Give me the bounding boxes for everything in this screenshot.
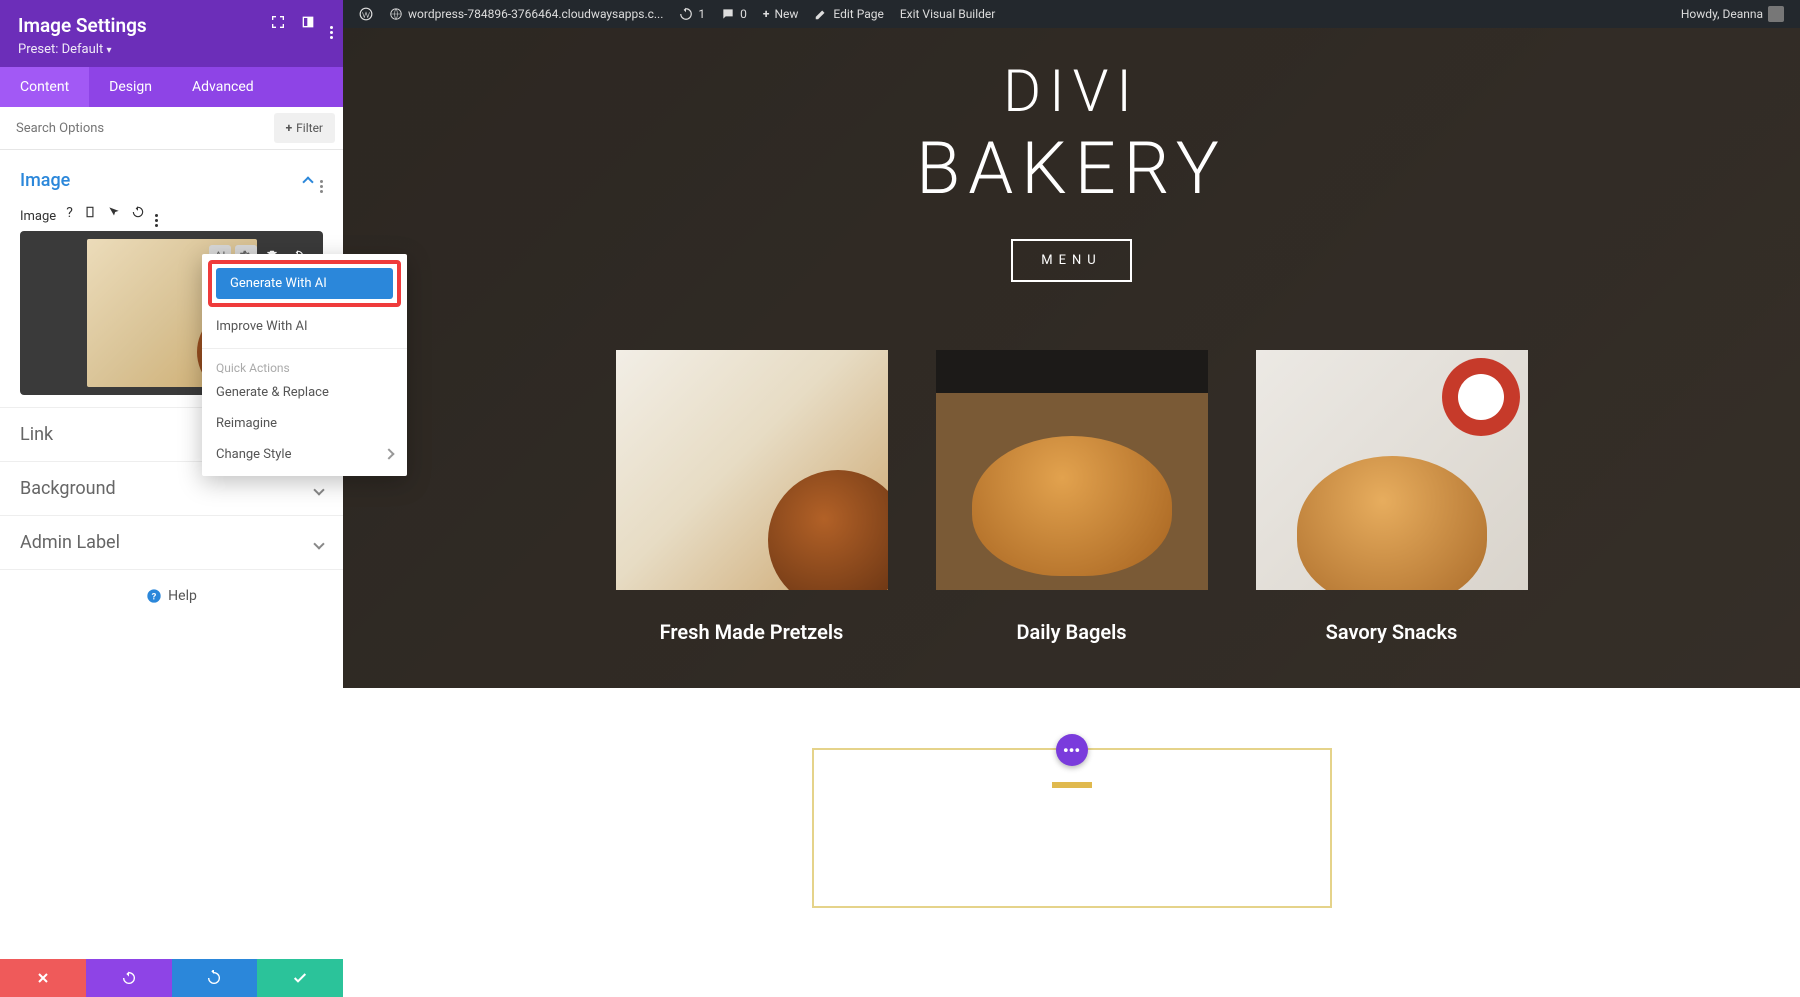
ai-generate[interactable]: Generate With AI	[216, 268, 393, 299]
site-link[interactable]: wordpress-784896-3766464.cloudwaysapps.c…	[381, 7, 671, 21]
product-title: Daily Bagels	[936, 620, 1208, 644]
chevron-down-icon	[315, 533, 323, 552]
comments-link[interactable]: 0	[713, 7, 755, 21]
wp-admin-bar: wordpress-784896-3766464.cloudwaysapps.c…	[343, 0, 1800, 28]
undo-button[interactable]	[86, 959, 172, 997]
svg-text:?: ?	[152, 591, 157, 602]
divider	[202, 348, 407, 349]
sidebar-header: Image Settings Preset: Default ▾	[0, 0, 343, 67]
preset-selector[interactable]: Preset: Default ▾	[18, 42, 325, 57]
content-card[interactable]: •••	[812, 748, 1332, 908]
field-more-icon[interactable]	[155, 205, 158, 227]
howdy-user[interactable]: Howdy, Deanna	[1673, 6, 1792, 22]
filter-button[interactable]: +Filter	[274, 113, 335, 143]
section-more-icon[interactable]	[320, 168, 323, 193]
collapse-icon[interactable]	[304, 171, 312, 190]
search-row: +Filter	[0, 107, 343, 150]
main-canvas: wordpress-784896-3766464.cloudwaysapps.c…	[343, 0, 1800, 997]
product-image[interactable]	[1256, 350, 1528, 590]
help-icon[interactable]: ?	[66, 205, 73, 227]
action-bar	[0, 959, 343, 997]
image-section-label: Image	[20, 170, 70, 191]
module-fab[interactable]: •••	[1056, 734, 1088, 766]
product-title: Fresh Made Pretzels	[616, 620, 888, 644]
menu-button[interactable]: MENU	[1011, 239, 1131, 282]
quick-actions-label: Quick Actions	[202, 355, 407, 377]
lower-section: •••	[343, 688, 1800, 968]
product-card: Fresh Made Pretzels	[616, 350, 888, 644]
product-card: Daily Bagels	[936, 350, 1208, 644]
wp-logo[interactable]	[351, 7, 381, 21]
product-image[interactable]	[616, 350, 888, 590]
reset-icon[interactable]	[131, 205, 145, 227]
save-button[interactable]	[257, 959, 343, 997]
expand-icon[interactable]	[270, 14, 286, 39]
search-input[interactable]	[0, 109, 266, 148]
ai-dropdown: Generate With AI Improve With AI Quick A…	[202, 254, 407, 476]
exit-vb-link[interactable]: Exit Visual Builder	[892, 7, 1004, 21]
product-title: Savory Snacks	[1256, 620, 1528, 644]
ai-generate-replace[interactable]: Generate & Replace	[202, 377, 407, 408]
new-link[interactable]: +New	[755, 7, 807, 21]
dock-icon[interactable]	[300, 14, 316, 39]
cancel-button[interactable]	[0, 959, 86, 997]
tab-advanced[interactable]: Advanced	[172, 67, 274, 107]
products-row: Fresh Made Pretzels Daily Bagels Savory …	[616, 350, 1528, 644]
accordion-admin-label[interactable]: Admin Label	[0, 516, 343, 570]
highlight-box: Generate With AI	[208, 260, 401, 307]
chevron-right-icon	[385, 448, 393, 461]
image-field-label: Image	[20, 209, 56, 224]
hover-icon[interactable]	[107, 205, 121, 227]
site-logo: DIVI BAKERY	[916, 58, 1227, 211]
ai-change-style[interactable]: Change Style	[202, 439, 407, 470]
edit-page-link[interactable]: Edit Page	[806, 7, 891, 21]
responsive-icon[interactable]	[83, 205, 97, 227]
avatar	[1768, 6, 1784, 22]
hero-section: DIVI BAKERY MENU Fresh Made Pretzels Dai…	[343, 28, 1800, 688]
updates-link[interactable]: 1	[671, 7, 713, 21]
ai-improve[interactable]: Improve With AI	[202, 311, 407, 342]
settings-sidebar: Image Settings Preset: Default ▾ Content…	[0, 0, 343, 997]
product-image[interactable]	[936, 350, 1208, 590]
chevron-down-icon	[315, 479, 323, 498]
redo-button[interactable]	[172, 959, 258, 997]
image-section-head[interactable]: Image	[20, 162, 323, 199]
settings-tabs: Content Design Advanced	[0, 67, 343, 107]
image-field-row: Image ?	[20, 205, 323, 227]
tab-content[interactable]: Content	[0, 67, 89, 107]
tab-design[interactable]: Design	[89, 67, 172, 107]
help-link[interactable]: ? Help	[0, 570, 343, 622]
product-card: Savory Snacks	[1256, 350, 1528, 644]
ai-reimagine[interactable]: Reimagine	[202, 408, 407, 439]
more-icon[interactable]	[330, 14, 333, 39]
